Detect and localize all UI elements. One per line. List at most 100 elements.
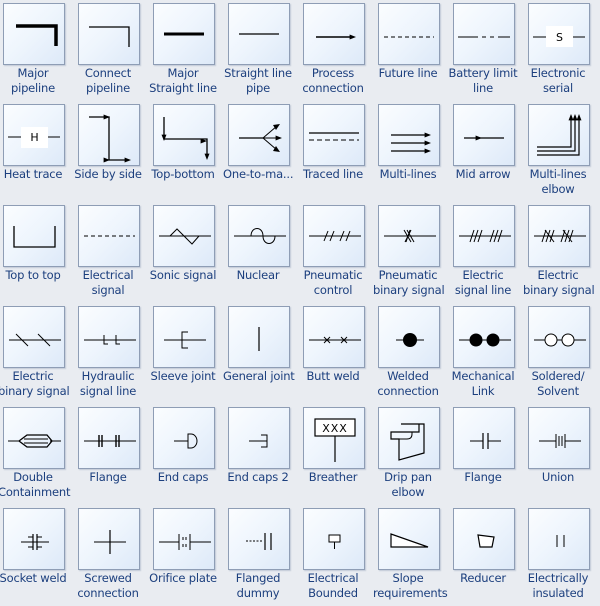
palette-item-pneumatic-binary-signal[interactable]: Pneumatic binary signal: [373, 202, 450, 303]
symbol-tile[interactable]: [453, 205, 515, 267]
symbol-tile[interactable]: [453, 407, 515, 469]
palette-item-soldered-solvent[interactable]: Soldered/Solvent: [525, 303, 600, 404]
palette-item-butt-weld[interactable]: Butt weld: [300, 303, 375, 404]
palette-item-side-by-side[interactable]: Side by side: [74, 101, 150, 202]
symbol-tile[interactable]: [153, 3, 215, 65]
symbol-tile[interactable]: [303, 508, 365, 570]
palette-item-breather[interactable]: XXX Breather: [300, 404, 375, 505]
symbol-tile[interactable]: [78, 508, 140, 570]
major-pipeline-icon: [16, 24, 58, 46]
palette-item-general-joint[interactable]: General joint: [223, 303, 300, 404]
symbol-tile[interactable]: [453, 3, 515, 65]
palette-item-process-connection[interactable]: Process connection: [300, 0, 375, 101]
palette-item-orifice-plate[interactable]: Orifice plate: [149, 505, 225, 606]
svg-text:S: S: [556, 31, 563, 44]
symbol-tile[interactable]: [3, 3, 65, 65]
palette-item-end-caps[interactable]: End caps: [150, 404, 225, 505]
palette-item-union[interactable]: Union: [525, 404, 600, 505]
symbol-label: Connect pipeline: [84, 66, 132, 95]
symbol-tile[interactable]: [378, 205, 440, 267]
palette-item-flanged-dummy[interactable]: Flanged dummy: [225, 505, 300, 606]
symbol-tile[interactable]: [378, 407, 440, 469]
palette-item-top-to-top[interactable]: Top to top: [0, 202, 75, 303]
palette-item-mechanical-link[interactable]: Mechanical Link: [450, 303, 525, 404]
palette-item-straight-line-pipe[interactable]: Straight line pipe: [224, 0, 300, 101]
symbol-tile[interactable]: [153, 306, 215, 368]
symbol-tile[interactable]: [303, 205, 365, 267]
palette-item-screwed-connection[interactable]: Screwed connection: [75, 505, 150, 606]
palette-item-electric-signal-line[interactable]: Electric signal line: [450, 202, 525, 303]
symbol-tile[interactable]: [153, 205, 215, 267]
symbol-tile[interactable]: [3, 205, 65, 267]
symbol-tile[interactable]: [453, 508, 515, 570]
symbol-tile[interactable]: [3, 407, 65, 469]
palette-item-hydraulic-signal-line[interactable]: Hydraulic signal line: [75, 303, 150, 404]
palette-item-flange[interactable]: Flange: [450, 404, 525, 505]
palette-item-double-containment[interactable]: Double Containment: [0, 404, 75, 505]
symbol-tile[interactable]: [453, 104, 515, 166]
palette-item-drip-pan-elbow[interactable]: Drip pan elbow: [375, 404, 450, 505]
palette-item-top-bottom[interactable]: Top-bottom: [150, 101, 225, 202]
symbol-tile[interactable]: [378, 508, 440, 570]
symbol-tile[interactable]: [528, 407, 590, 469]
symbol-tile[interactable]: [78, 205, 140, 267]
palette-item-sonic-signal[interactable]: Sonic signal: [150, 202, 225, 303]
palette-item-heat-trace[interactable]: H Heat trace: [0, 101, 75, 202]
symbol-tile[interactable]: [528, 205, 590, 267]
symbol-tile[interactable]: [453, 306, 515, 368]
palette-item-reducer[interactable]: Reducer: [450, 505, 525, 606]
symbol-tile[interactable]: [303, 104, 365, 166]
palette-item-major-straight-line[interactable]: Major Straight line: [149, 0, 225, 101]
symbol-tile[interactable]: [228, 306, 290, 368]
palette-item-multi-lines[interactable]: Multi-lines: [375, 101, 450, 202]
heat-trace-icon: H: [8, 127, 60, 148]
symbol-tile[interactable]: [228, 508, 290, 570]
palette-item-electronic-serial[interactable]: S Electronic serial: [525, 0, 600, 101]
palette-item-multi-lines-elbow[interactable]: Multi-lines elbow: [525, 101, 600, 202]
symbol-tile[interactable]: [3, 306, 65, 368]
symbol-tile[interactable]: [153, 407, 215, 469]
palette-item-major-pipeline[interactable]: Major pipeline: [0, 0, 75, 101]
palette-item-traced-line[interactable]: Traced line: [300, 101, 375, 202]
palette-item-pneumatic-control[interactable]: Pneumatic control: [300, 202, 375, 303]
symbol-tile[interactable]: [228, 3, 290, 65]
palette-item-battery-limit-line[interactable]: Battery limit line: [449, 0, 525, 101]
symbol-tile[interactable]: H: [3, 104, 65, 166]
palette-item-nuclear[interactable]: Nuclear: [225, 202, 300, 303]
symbol-tile[interactable]: [78, 306, 140, 368]
symbol-tile[interactable]: [228, 407, 290, 469]
palette-item-socket-weld[interactable]: Socket weld: [0, 505, 75, 606]
symbol-tile[interactable]: [153, 104, 215, 166]
palette-item-electrical-bounded[interactable]: Electrical Bounded: [300, 505, 375, 606]
symbol-tile[interactable]: [153, 508, 215, 570]
palette-item-one-to-many[interactable]: One-to-ma...: [223, 101, 300, 202]
symbol-tile[interactable]: [228, 205, 290, 267]
symbol-tile[interactable]: [528, 508, 590, 570]
palette-item-electric-binary-signal[interactable]: Electric binary signal: [0, 303, 75, 404]
palette-item-welded-connection[interactable]: Welded connection: [375, 303, 450, 404]
symbol-tile[interactable]: [228, 104, 290, 166]
symbol-tile[interactable]: [378, 104, 440, 166]
palette-item-mid-arrow[interactable]: Mid arrow: [450, 101, 525, 202]
palette-item-slope-requirements[interactable]: Slope requirements: [373, 505, 450, 606]
symbol-tile[interactable]: [303, 306, 365, 368]
palette-item-flange-double[interactable]: Flange: [75, 404, 150, 505]
symbol-tile[interactable]: [528, 306, 590, 368]
palette-item-connect-pipeline[interactable]: Connect pipeline: [75, 0, 150, 101]
symbol-tile[interactable]: S: [528, 3, 590, 65]
palette-item-end-caps-2[interactable]: End caps 2: [225, 404, 300, 505]
symbol-tile[interactable]: [78, 3, 140, 65]
palette-item-future-line[interactable]: Future line: [375, 0, 450, 101]
symbol-tile[interactable]: [78, 407, 140, 469]
palette-item-electrical-signal[interactable]: Electrical signal: [75, 202, 150, 303]
symbol-tile[interactable]: [78, 104, 140, 166]
symbol-tile[interactable]: [378, 3, 440, 65]
symbol-tile[interactable]: [528, 104, 590, 166]
symbol-tile[interactable]: [378, 306, 440, 368]
symbol-tile[interactable]: XXX: [303, 407, 365, 469]
palette-item-electrically-insulated[interactable]: Electrically insulated: [525, 505, 600, 606]
symbol-tile[interactable]: [303, 3, 365, 65]
palette-item-electric-binary-signal-crossed[interactable]: Electric binary signal: [523, 202, 600, 303]
symbol-tile[interactable]: [3, 508, 65, 570]
palette-item-sleeve-joint[interactable]: Sleeve joint: [150, 303, 225, 404]
